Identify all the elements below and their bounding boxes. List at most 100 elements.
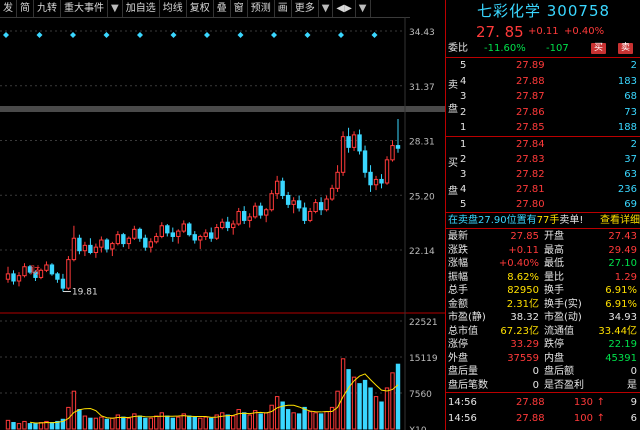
stat-label: 盘后量: [448, 366, 478, 377]
candle: [49, 263, 55, 276]
stat-label: 总市值: [448, 325, 478, 337]
volume-bar: [269, 404, 274, 430]
stat-label: 最低: [544, 258, 564, 269]
candle: [16, 272, 22, 287]
candle-body: [154, 235, 159, 243]
event-marker-icon: [70, 32, 76, 38]
order-level: 1: [460, 122, 467, 133]
order-volume: 236: [617, 184, 637, 195]
volume-bar: [27, 423, 33, 430]
candle: [115, 231, 121, 246]
candle-body: [302, 207, 307, 221]
candle: [395, 119, 401, 153]
toolbar-item[interactable]: 复权: [187, 0, 214, 17]
sell-order-row[interactable]: 3 27.87 68: [446, 90, 640, 103]
stat-value: 8.62%: [507, 271, 539, 283]
stat-label: 换手(实): [544, 298, 582, 310]
stat-label: 换手: [544, 285, 564, 296]
candle-body: [49, 264, 55, 275]
weibi-row: 委比 -11.60% -107 买 卖: [446, 42, 640, 55]
sell-button[interactable]: 卖: [618, 43, 634, 54]
volume-bar: [143, 417, 148, 430]
toolbar-item[interactable]: ◀▶: [333, 0, 356, 17]
toolbar-item[interactable]: 预测: [248, 0, 275, 17]
candle: [44, 261, 49, 273]
candle-body: [198, 235, 203, 241]
sell-order-row[interactable]: 2 27.86 73: [446, 106, 640, 119]
candle: [225, 216, 230, 232]
toolbar-item[interactable]: 叠: [214, 0, 231, 17]
stat-label: 振幅: [448, 271, 468, 283]
order-volume: 69: [624, 199, 637, 210]
candle-body: [307, 211, 313, 221]
volume-bar: [247, 414, 252, 430]
candle: [241, 206, 247, 224]
toolbar-item[interactable]: 窗: [231, 0, 248, 17]
toolbar-item[interactable]: 更多: [292, 0, 319, 17]
volume-bar: [296, 413, 302, 430]
candle: [132, 225, 137, 241]
candle: [379, 174, 384, 189]
stat-value: 0: [630, 366, 637, 377]
volume-bar: [241, 412, 247, 430]
sell-order-row[interactable]: 1 27.85 188: [446, 121, 640, 134]
candle: [82, 241, 88, 257]
candle: [192, 231, 197, 244]
candle-body: [274, 180, 280, 195]
toolbar-item[interactable]: 画: [275, 0, 292, 17]
stat-label: 涨幅: [448, 258, 468, 269]
candle: [296, 195, 302, 212]
stat-label: 外盘: [448, 352, 468, 364]
notice-suffix: 卖单!: [559, 215, 584, 226]
stat-value: 29.49: [608, 244, 637, 256]
stat-label: 涨跌: [448, 244, 468, 256]
stat-row: 市盈(静) 38.32 市盈(动) 34.93: [446, 311, 640, 324]
buy-order-row[interactable]: 5 27.80 69: [446, 198, 640, 211]
buy-order-row[interactable]: 4 27.81 236: [446, 183, 640, 196]
stat-value: +0.40%: [498, 258, 539, 269]
order-level: 3: [460, 91, 467, 102]
buy-order-row[interactable]: 3 27.82 63: [446, 168, 640, 181]
volume-axis-label: 7560: [409, 390, 432, 400]
view-detail-link[interactable]: 查看详细: [600, 214, 640, 227]
tick-row: 14:56 27.88 130 ↑ 9: [446, 396, 640, 409]
toolbar-item[interactable]: 九转: [34, 0, 61, 17]
candle-body: [99, 239, 104, 248]
candle: [269, 190, 274, 212]
candle-body: [88, 244, 93, 253]
volume-bar: [384, 387, 390, 430]
toolbar-item[interactable]: 发: [0, 0, 17, 17]
stat-row: 金额 2.31亿 换手(实) 6.91%: [446, 298, 640, 311]
buy-order-row[interactable]: 1 27.84 2: [446, 138, 640, 151]
toolbar-item[interactable]: 均线: [160, 0, 187, 17]
volume-bar: [307, 411, 313, 430]
volume-bar: [225, 414, 230, 430]
volume-bar: [368, 387, 373, 430]
sell-order-row[interactable]: 4 27.88 183: [446, 75, 640, 88]
kline-chart[interactable]: 34.43 31.37 28.31 25.20 22.14 19.81 财 22521 1511…: [0, 17, 445, 430]
toolbar-item[interactable]: 简: [17, 0, 34, 17]
stat-label: 市盈(静): [448, 312, 486, 323]
stat-label: 最高: [544, 244, 564, 256]
volume-bar: [33, 423, 38, 430]
candle-body: [110, 243, 115, 250]
toolbar-item[interactable]: 重大事件: [61, 0, 108, 17]
price-axis-label: 22.14: [409, 247, 435, 257]
order-volume: 2: [630, 139, 637, 150]
volume-bar: [137, 415, 143, 430]
stock-title: 七彩化学 300758: [446, 0, 640, 22]
buy-button[interactable]: 买: [591, 43, 607, 54]
candle-body: [368, 171, 373, 186]
candle: [55, 272, 60, 283]
buy-order-row[interactable]: 2 27.83 37: [446, 153, 640, 166]
volume-bar: [263, 412, 269, 430]
candle-body: [165, 225, 170, 234]
price-axis-label: 28.31: [409, 138, 435, 148]
dropdown-arrow-icon[interactable]: ▼: [356, 0, 371, 17]
dropdown-arrow-icon[interactable]: ▼: [319, 0, 334, 17]
dropdown-arrow-icon[interactable]: ▼: [108, 0, 123, 17]
sell-order-row[interactable]: 5 27.89 2: [446, 59, 640, 72]
toolbar-item[interactable]: 加自选: [123, 0, 160, 17]
candle: [71, 225, 77, 262]
candle-body: [137, 228, 143, 239]
